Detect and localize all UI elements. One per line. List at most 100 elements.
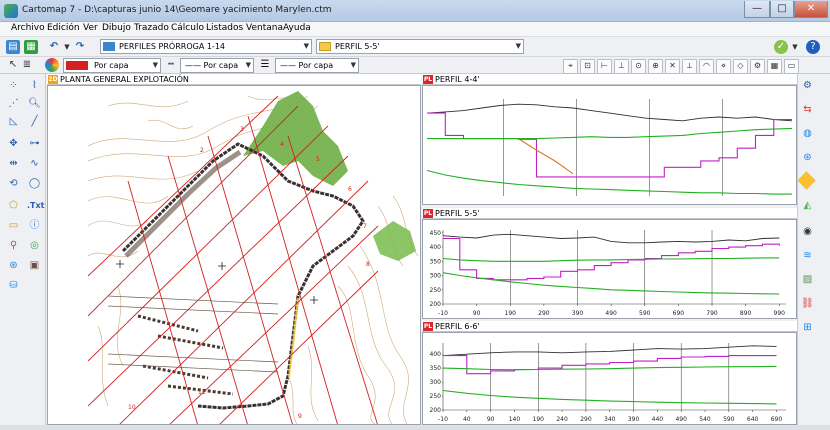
close-button[interactable]: ✕ bbox=[794, 1, 828, 18]
circle-tool-icon[interactable]: ◯ bbox=[27, 176, 42, 191]
svg-text:3: 3 bbox=[240, 126, 244, 133]
globe-tool-icon[interactable]: ⊛ bbox=[6, 258, 21, 273]
terrain-icon[interactable]: ◭ bbox=[800, 198, 815, 213]
profile-3-title-text: PERFIL 6-6' bbox=[435, 322, 480, 331]
zoom-extents-icon[interactable]: ⌖ bbox=[563, 59, 578, 74]
profile-set-combo[interactable]: PERFILES PRÓRROGA 1-14 ▼ bbox=[100, 39, 312, 54]
open-file-icon[interactable]: ▤ bbox=[6, 40, 20, 54]
endpoint-snap-icon[interactable]: ⊢ bbox=[597, 59, 612, 74]
note-tool-icon[interactable]: ▭ bbox=[6, 218, 21, 233]
node-snap-icon[interactable]: ⊕ bbox=[648, 59, 663, 74]
save-icon[interactable]: ▦ bbox=[24, 40, 38, 54]
snap-icon[interactable]: ⊡ bbox=[580, 59, 595, 74]
layers-icon[interactable]: ≣ bbox=[20, 58, 34, 72]
network-icon[interactable]: ⊞ bbox=[800, 320, 815, 335]
zoom-tool-icon[interactable]: 🔍︎ bbox=[27, 96, 42, 111]
plan-pane-title[interactable]: 2D PLANTA GENERAL EXPLOTACIÓN bbox=[47, 74, 421, 85]
surface-tool-icon[interactable]: ⋰ bbox=[6, 96, 21, 111]
menu-listados[interactable]: Listados bbox=[206, 23, 243, 33]
road-sign-icon[interactable] bbox=[797, 171, 816, 190]
tangent-snap-icon[interactable]: ◠ bbox=[699, 59, 714, 74]
menu-trazado[interactable]: Trazado bbox=[134, 23, 169, 33]
pin-tool-icon[interactable]: ⚲ bbox=[6, 238, 21, 253]
map-icon[interactable]: ▨ bbox=[800, 272, 815, 287]
shape-tool-icon[interactable]: ⬠ bbox=[6, 198, 21, 213]
menu-calculo[interactable]: Cálculo bbox=[171, 23, 204, 33]
polyline-tool-icon[interactable]: ⌇ bbox=[27, 78, 42, 93]
x-tick-label: 890 bbox=[740, 310, 752, 317]
pointer-icon[interactable]: ↖ bbox=[6, 58, 20, 72]
chevron-down-icon: ▼ bbox=[515, 42, 521, 50]
color-combo[interactable]: Por capa ▼ bbox=[63, 58, 161, 73]
measure-tool-icon[interactable]: ⊶ bbox=[27, 136, 42, 151]
y-tick-label: 350 bbox=[430, 258, 442, 265]
profile-2-title[interactable]: PL PERFIL 5-5' bbox=[422, 208, 797, 219]
arrows-icon[interactable]: ⇆ bbox=[800, 102, 815, 117]
minimize-button[interactable]: — bbox=[744, 1, 770, 18]
align-tool-icon[interactable]: ⇹ bbox=[6, 156, 21, 171]
grid-icon[interactable]: ▦ bbox=[767, 59, 782, 74]
maximize-button[interactable]: □ bbox=[770, 1, 794, 18]
link-icon[interactable]: ⛓ bbox=[800, 296, 815, 311]
left-tool-palette: ⁘ ⌇ ⋰ 🔍︎ ◺ ╱ ✥ ⊶ ⇹ ∿ ⟲ ◯ ⬠ .Txt ▭ ⓘ ⚲ ◎ … bbox=[0, 74, 46, 430]
menu-edicion[interactable]: Edición bbox=[47, 23, 80, 33]
plan-view[interactable]: 2 3 4 5 6 7 8 9 10 11 bbox=[47, 85, 421, 425]
image-tool-icon[interactable]: ▣ bbox=[27, 258, 42, 273]
linetype-combo[interactable]: —— Por capa ▼ bbox=[180, 58, 254, 73]
rotate-tool-icon[interactable]: ⟲ bbox=[6, 176, 21, 191]
intersection-snap-icon[interactable]: ✕ bbox=[665, 59, 680, 74]
database-tool-icon[interactable]: ⛁ bbox=[6, 278, 21, 293]
eye-icon[interactable]: ◉ bbox=[800, 224, 815, 239]
x-tick-label: 190 bbox=[533, 416, 545, 423]
move-tool-icon[interactable]: ✥ bbox=[6, 136, 21, 151]
2d-badge: 2D bbox=[48, 75, 58, 84]
options-dropdown-icon[interactable]: ▼ bbox=[788, 40, 802, 54]
settings-icon[interactable]: ⚙ bbox=[750, 59, 765, 74]
lineweight-icon[interactable]: ☰ bbox=[258, 58, 272, 72]
color-value: Por capa bbox=[94, 61, 129, 70]
redo-icon[interactable]: ↷ bbox=[73, 40, 87, 54]
color-wheel-icon[interactable] bbox=[45, 58, 59, 72]
menu-ayuda[interactable]: Ayuda bbox=[283, 23, 311, 33]
triangle-tool-icon[interactable]: ◺ bbox=[6, 114, 21, 129]
menu-ventana[interactable]: Ventana bbox=[246, 23, 283, 33]
info-tool-icon[interactable]: ⓘ bbox=[27, 218, 42, 233]
point-tool-icon[interactable]: ⁘ bbox=[6, 78, 21, 93]
menu-dibujo[interactable]: Dibujo bbox=[102, 23, 131, 33]
profile-3-title[interactable]: PL PERFIL 6-6' bbox=[422, 321, 797, 332]
text-tool-icon[interactable]: .Txt bbox=[27, 198, 44, 213]
quadrant-snap-icon[interactable]: ◇ bbox=[733, 59, 748, 74]
x-tick-label: 440 bbox=[652, 416, 664, 423]
profile-2-chart[interactable]: -10 90 190 290 390 490 590 690 790 890 990 200 250 30… bbox=[422, 219, 797, 319]
midpoint-snap-icon[interactable]: ⊥ bbox=[614, 59, 629, 74]
svg-text:8: 8 bbox=[366, 261, 370, 268]
line-tool-icon[interactable]: ╱ bbox=[27, 114, 42, 129]
world-icon[interactable]: ⊛ bbox=[800, 150, 815, 165]
help-icon[interactable]: ? bbox=[806, 40, 820, 54]
nearest-snap-icon[interactable]: ⋄ bbox=[716, 59, 731, 74]
target-tool-icon[interactable]: ◎ bbox=[27, 238, 42, 253]
profile-1-chart[interactable] bbox=[422, 85, 797, 205]
profile-1-title[interactable]: PL PERFIL 4-4' bbox=[422, 74, 797, 85]
window-layout-icon[interactable]: ▭ bbox=[784, 59, 799, 74]
globe-icon[interactable]: ◍ bbox=[800, 126, 815, 141]
layer-stack-icon[interactable]: ≋ bbox=[800, 248, 815, 263]
profile-1-title-text: PERFIL 4-4' bbox=[435, 75, 480, 84]
check-icon[interactable]: ✓ bbox=[774, 40, 788, 54]
menu-archivo[interactable]: Archivo bbox=[11, 23, 45, 33]
profile-3-chart[interactable]: -10 40 90 140 190 240 290 340 390 440 490 540 590 640… bbox=[422, 332, 797, 425]
x-tick-label: 640 bbox=[747, 416, 759, 423]
perpendicular-snap-icon[interactable]: ⟂ bbox=[682, 59, 697, 74]
profile-combo[interactable]: PERFIL 5-5' ▼ bbox=[316, 39, 524, 54]
linetype-icon[interactable]: ┅ bbox=[164, 58, 178, 72]
line-sample: —— bbox=[280, 61, 296, 70]
undo-dropdown-icon[interactable]: ▼ bbox=[60, 40, 74, 54]
x-tick-label: 540 bbox=[699, 416, 711, 423]
curve-tool-icon[interactable]: ∿ bbox=[27, 156, 42, 171]
profile-series-3 bbox=[442, 389, 777, 405]
undo-icon[interactable]: ↶ bbox=[47, 40, 61, 54]
lineweight-combo[interactable]: —— Por capa ▼ bbox=[275, 58, 359, 73]
tool-config-icon[interactable]: ⚙ bbox=[800, 78, 815, 93]
center-snap-icon[interactable]: ⊙ bbox=[631, 59, 646, 74]
menu-ver[interactable]: Ver bbox=[83, 23, 98, 33]
